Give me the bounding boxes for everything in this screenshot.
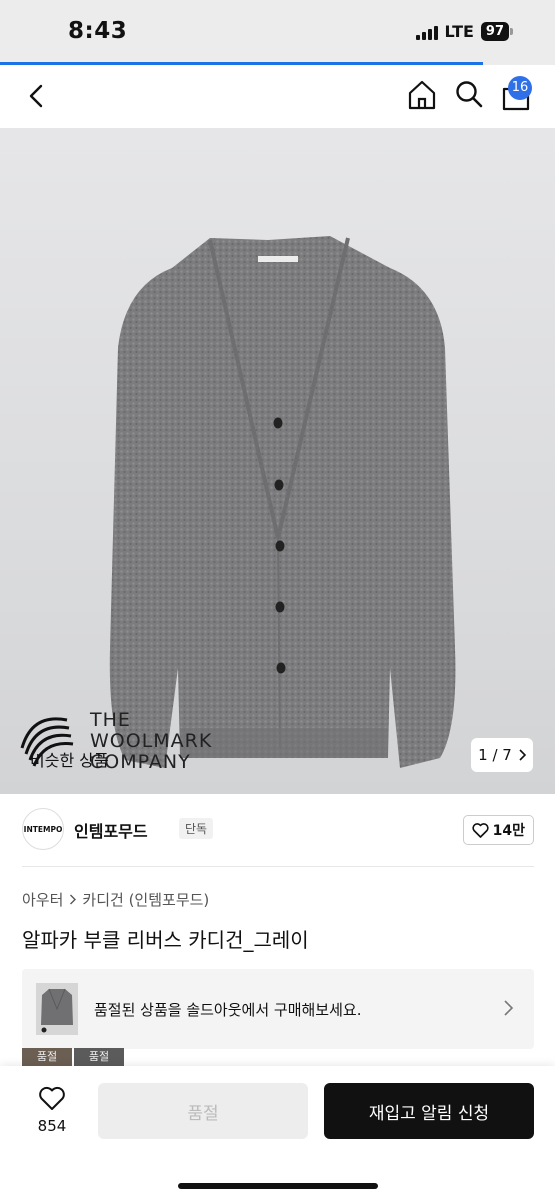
heart-icon (472, 822, 489, 838)
bottom-action-bar: 854 품절 재입고 알림 신청 (0, 1066, 555, 1200)
breadcrumb: 아우터 카디건 (인템포무드) (22, 889, 209, 910)
brand-like-button[interactable]: 14만 (462, 815, 534, 845)
brand-logo[interactable]: INTEMPO (22, 808, 64, 850)
restock-alert-button[interactable]: 재입고 알림 신청 (324, 1083, 534, 1139)
brand-like-count: 14만 (492, 823, 525, 839)
breadcrumb-category[interactable]: 아우터 (22, 889, 63, 910)
soldout-button[interactable]: 품절 (98, 1083, 308, 1139)
search-icon[interactable] (454, 79, 484, 109)
soldout-banner-text: 품절된 상품을 솔드아웃에서 구매해보세요. (94, 1001, 362, 1019)
similar-products-button[interactable]: 비슷한 상품 (30, 747, 109, 771)
chevron-right-icon (519, 749, 526, 761)
related-thumbnails: 품절 품절 (22, 1048, 124, 1068)
image-page-indicator[interactable]: 1 / 7 (471, 738, 533, 772)
product-title: 알파카 부클 리버스 카디건_그레이 (22, 928, 309, 952)
home-indicator[interactable] (178, 1183, 378, 1189)
divider (22, 866, 534, 867)
exclusive-badge: 단독 (179, 818, 214, 839)
woolmark-line-1: THE (90, 709, 131, 731)
wishlist-button[interactable]: 854 (30, 1086, 74, 1135)
banner-thumbnail (36, 983, 78, 1035)
soldout-banner[interactable]: 품절된 상품을 솔드아웃에서 구매해보세요. (22, 969, 534, 1049)
related-thumbnail[interactable]: 품절 (22, 1048, 72, 1068)
brand-name[interactable]: 인템포무드 (74, 818, 148, 842)
battery-icon: 97 (480, 22, 513, 41)
chevron-right-icon (504, 1000, 514, 1016)
product-image[interactable]: THE WOOLMARK COMPANY 비슷한 상품 1 / 7 (0, 128, 555, 794)
battery-level: 97 (480, 22, 509, 41)
wishlist-count: 854 (37, 1117, 67, 1135)
signal-icon (415, 24, 438, 40)
brand-row: INTEMPO 인템포무드 단독 14만 (22, 806, 534, 852)
cart-count-badge: 16 (508, 76, 532, 100)
status-indicators: LTE 97 (415, 22, 513, 41)
heart-icon (39, 1086, 65, 1110)
status-bar: 8:43 LTE 97 (0, 0, 555, 62)
home-icon[interactable] (406, 79, 438, 111)
breadcrumb-subcategory[interactable]: 카디건 (인템포무드) (82, 889, 209, 910)
status-time: 8:43 (68, 18, 128, 44)
cardigan-image (109, 236, 456, 768)
related-thumbnail[interactable]: 품절 (74, 1048, 124, 1068)
network-label: LTE (444, 22, 474, 41)
back-icon[interactable] (22, 81, 52, 111)
top-nav: 16 (0, 65, 555, 128)
image-page-count: 1 / 7 (478, 746, 512, 764)
chevron-right-icon (70, 894, 77, 905)
